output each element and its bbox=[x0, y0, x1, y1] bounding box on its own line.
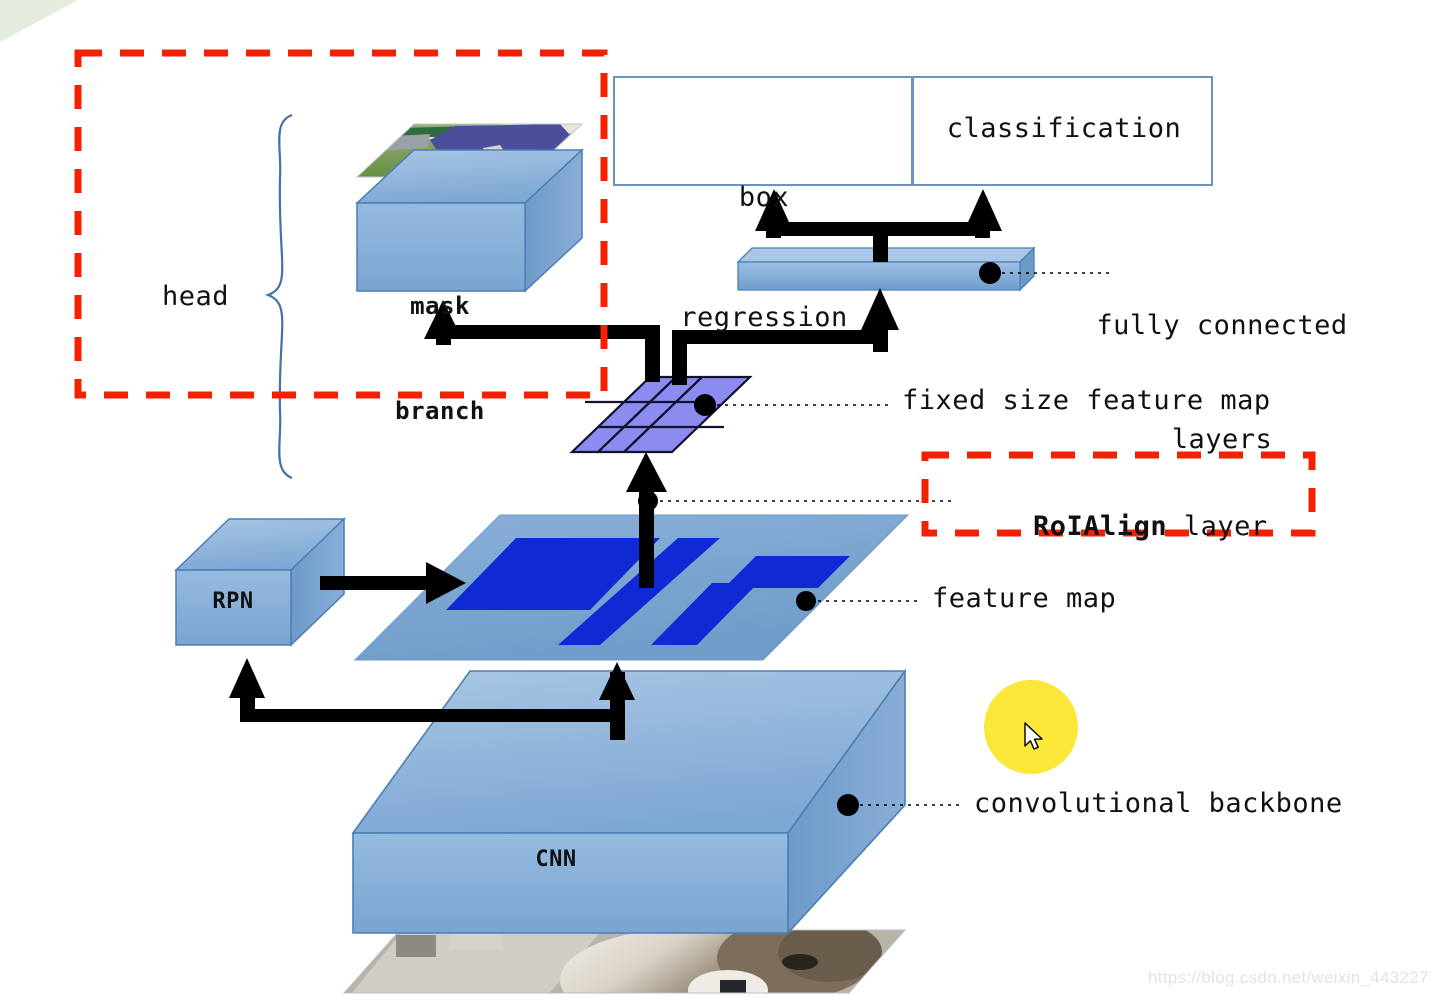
head-label: head bbox=[162, 281, 230, 312]
mask-branch-line1: mask bbox=[410, 292, 470, 320]
watermark-text: https://blog.csdn.net/weixin_44322778 bbox=[1148, 968, 1431, 987]
rpn-block[interactable] bbox=[174, 517, 346, 647]
mask-branch-line2: branch bbox=[395, 397, 485, 425]
fully-connected-line2: layers bbox=[1171, 424, 1273, 455]
classification-label: classification bbox=[946, 113, 1182, 144]
roialign-rest-text: layer bbox=[1167, 511, 1268, 542]
box-regression-line1: box bbox=[738, 182, 790, 213]
box-regression-line2: regression bbox=[680, 302, 848, 333]
rpn-label: RPN bbox=[212, 589, 254, 614]
convolutional-backbone-label: convolutional backbone bbox=[974, 788, 1343, 819]
roialign-bold-text: RoIAlign bbox=[1033, 511, 1168, 542]
roialign-layer-label: RoIAlign layer bbox=[966, 480, 1268, 573]
box-regression-label: box regression bbox=[616, 98, 912, 418]
click-highlight bbox=[984, 680, 1078, 774]
mask-branch-label: mask branch bbox=[357, 219, 523, 499]
corner-artifact bbox=[0, 0, 78, 42]
cnn-label: CNN bbox=[535, 847, 577, 872]
feature-map-label: feature map bbox=[932, 583, 1117, 614]
fully-connected-line1: fully connected bbox=[1096, 310, 1348, 341]
head-brace bbox=[264, 113, 293, 480]
fixed-size-feature-map-label: fixed size feature map bbox=[902, 385, 1271, 416]
diagram-canvas: head box regression classification mask … bbox=[0, 0, 1431, 1005]
